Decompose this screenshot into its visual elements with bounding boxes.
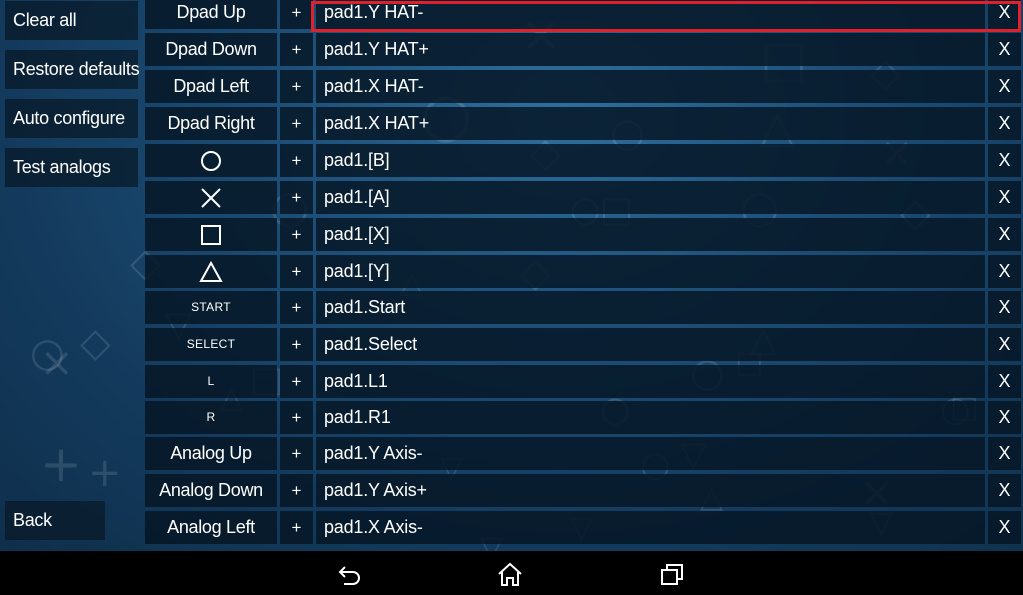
add-binding-button[interactable]: + — [280, 255, 313, 288]
remove-binding-button[interactable]: X — [988, 181, 1021, 214]
remove-binding-button[interactable]: X — [988, 70, 1021, 103]
add-binding-button[interactable]: + — [280, 291, 313, 324]
mapping-key-circle-icon[interactable] — [145, 144, 277, 177]
mapping-binding-value[interactable]: pad1.X Axis- — [316, 511, 985, 544]
mapping-row: Analog Up + pad1.Y Axis- X — [145, 437, 1021, 470]
mapping-key-label[interactable]: R — [145, 401, 277, 434]
mapping-key-label[interactable]: Dpad Left — [145, 70, 277, 103]
add-binding-button[interactable]: + — [280, 0, 313, 29]
remove-binding-button[interactable]: X — [988, 107, 1021, 140]
remove-binding-button[interactable]: X — [988, 218, 1021, 251]
cross-icon — [200, 187, 222, 208]
mapping-row: L + pad1.L1 X — [145, 365, 1021, 398]
mapping-binding-value[interactable]: pad1.[A] — [316, 181, 985, 214]
mapping-binding-value[interactable]: pad1.Y Axis- — [316, 437, 985, 470]
background-shape: × — [40, 340, 74, 386]
background-shape: ◇ — [80, 320, 111, 366]
mapping-row: + pad1.[B] X — [145, 144, 1021, 177]
mapping-key-cross-icon[interactable] — [145, 181, 277, 214]
mapping-row: Dpad Up + pad1.Y HAT- X — [145, 0, 1021, 29]
control-mapping-screen: ○×□◇○△◇×□○◇○◇○◇×○◇○□△○△○□++▽○▽×▽▽△▽□▽△ C… — [0, 0, 1023, 551]
add-binding-button[interactable]: + — [280, 511, 313, 544]
mapping-row: Analog Left + pad1.X Axis- X — [145, 511, 1021, 544]
remove-binding-button[interactable]: X — [988, 291, 1021, 324]
add-binding-button[interactable]: + — [280, 437, 313, 470]
mapping-binding-value[interactable]: pad1.[B] — [316, 144, 985, 177]
remove-binding-button[interactable]: X — [988, 255, 1021, 288]
mapping-binding-value[interactable]: pad1.Y Axis+ — [316, 474, 985, 507]
mapping-key-label[interactable]: Analog Left — [145, 511, 277, 544]
remove-binding-button[interactable]: X — [988, 144, 1021, 177]
mapping-binding-value[interactable]: pad1.Select — [316, 328, 985, 361]
back-icon[interactable] — [336, 561, 364, 587]
add-binding-button[interactable]: + — [280, 474, 313, 507]
mapping-key-label[interactable]: Dpad Down — [145, 33, 277, 66]
mapping-key-label[interactable]: Analog Down — [145, 474, 277, 507]
add-binding-button[interactable]: + — [280, 328, 313, 361]
triangle-icon — [199, 261, 223, 283]
mapping-row: Dpad Left + pad1.X HAT- X — [145, 70, 1021, 103]
add-binding-button[interactable]: + — [280, 401, 313, 434]
clear-all-button[interactable]: Clear all — [5, 1, 138, 40]
square-icon — [200, 224, 222, 246]
mapping-binding-value[interactable]: pad1.[Y] — [316, 255, 985, 288]
auto-configure-button[interactable]: Auto configure — [5, 99, 138, 138]
mapping-binding-value[interactable]: pad1.X HAT- — [316, 70, 985, 103]
mapping-key-triangle-icon[interactable] — [145, 255, 277, 288]
remove-binding-button[interactable]: X — [988, 474, 1021, 507]
remove-binding-button[interactable]: X — [988, 365, 1021, 398]
mapping-row: + pad1.[A] X — [145, 181, 1021, 214]
mapping-row: Analog Down + pad1.Y Axis+ X — [145, 474, 1021, 507]
mapping-row: + pad1.[Y] X — [145, 255, 1021, 288]
add-binding-button[interactable]: + — [280, 70, 313, 103]
add-binding-button[interactable]: + — [280, 107, 313, 140]
background-shape: + — [88, 450, 122, 496]
add-binding-button[interactable]: + — [280, 218, 313, 251]
back-button[interactable]: Back — [5, 501, 105, 540]
add-binding-button[interactable]: + — [280, 365, 313, 398]
mapping-binding-value[interactable]: pad1.[X] — [316, 218, 985, 251]
system-nav-bar — [0, 551, 1023, 595]
mapping-row: Dpad Right + pad1.X HAT+ X — [145, 107, 1021, 140]
mapping-key-label[interactable]: START — [145, 291, 277, 324]
add-binding-button[interactable]: + — [280, 181, 313, 214]
mapping-key-label[interactable]: L — [145, 365, 277, 398]
mapping-key-label[interactable]: Analog Up — [145, 437, 277, 470]
mapping-row: Dpad Down + pad1.Y HAT+ X — [145, 33, 1021, 66]
mapping-key-label[interactable]: SELECT — [145, 328, 277, 361]
mapping-row: R + pad1.R1 X — [145, 401, 1021, 434]
mapping-key-label[interactable]: Dpad Right — [145, 107, 277, 140]
mapping-binding-value[interactable]: pad1.X HAT+ — [316, 107, 985, 140]
test-analogs-button[interactable]: Test analogs — [5, 148, 138, 187]
mapping-row: START + pad1.Start X — [145, 291, 1021, 324]
remove-binding-button[interactable]: X — [988, 0, 1021, 29]
mapping-binding-value[interactable]: pad1.Start — [316, 291, 985, 324]
restore-defaults-button[interactable]: Restore defaults — [5, 50, 140, 89]
remove-binding-button[interactable]: X — [988, 328, 1021, 361]
remove-binding-button[interactable]: X — [988, 33, 1021, 66]
recents-icon[interactable] — [658, 561, 686, 587]
add-binding-button[interactable]: + — [280, 144, 313, 177]
add-binding-button[interactable]: + — [280, 33, 313, 66]
background-shape: + — [40, 435, 82, 493]
mapping-binding-value[interactable]: pad1.R1 — [316, 401, 985, 434]
background-shape: ○ — [30, 330, 65, 376]
home-icon[interactable] — [496, 561, 524, 587]
remove-binding-button[interactable]: X — [988, 437, 1021, 470]
mapping-binding-value[interactable]: pad1.Y HAT+ — [316, 33, 985, 66]
mapping-row: + pad1.[X] X — [145, 218, 1021, 251]
remove-binding-button[interactable]: X — [988, 511, 1021, 544]
remove-binding-button[interactable]: X — [988, 401, 1021, 434]
mapping-key-label[interactable]: Dpad Up — [145, 0, 277, 29]
mapping-key-square-icon[interactable] — [145, 218, 277, 251]
mapping-row: SELECT + pad1.Select X — [145, 328, 1021, 361]
circle-icon — [200, 150, 222, 172]
mapping-binding-value[interactable]: pad1.Y HAT- — [316, 0, 985, 29]
mapping-binding-value[interactable]: pad1.L1 — [316, 365, 985, 398]
